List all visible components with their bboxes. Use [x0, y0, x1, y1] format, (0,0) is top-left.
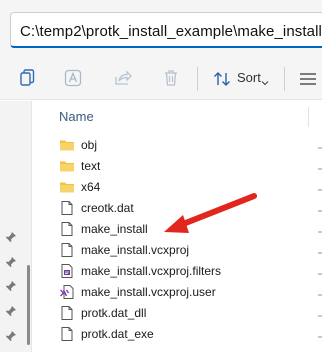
sort-label: Sort — [237, 70, 261, 85]
item-label: obj — [81, 138, 98, 152]
file-icon — [59, 221, 75, 237]
column-edge-mark — [318, 273, 322, 275]
item-label: text — [81, 159, 101, 173]
nav-scrollbar[interactable] — [27, 265, 30, 345]
list-item[interactable]: make_install.vcxproj — [33, 240, 322, 260]
address-bar[interactable]: C:\temp2\protk_install_example\make_inst… — [10, 12, 322, 48]
navigation-pane — [0, 101, 32, 352]
list-item[interactable]: text — [33, 156, 322, 176]
red-arrow-annotation — [164, 193, 257, 233]
file-icon — [59, 200, 75, 216]
item-label: protk.dat_exe — [81, 327, 154, 341]
address-bar-region: C:\temp2\protk_install_example\make_inst… — [0, 0, 322, 58]
share-icon[interactable] — [113, 68, 133, 88]
rename-icon[interactable] — [63, 68, 83, 88]
column-edge-mark — [318, 252, 322, 254]
column-edge-mark — [318, 231, 322, 233]
list-item[interactable]: protk.dat_exe — [33, 324, 322, 344]
column-edge-mark — [318, 147, 322, 149]
column-divider[interactable] — [308, 107, 309, 127]
item-label: make_install.vcxproj.user — [81, 285, 216, 299]
folder-icon — [59, 158, 75, 174]
sort-button[interactable]: Sort — [210, 66, 272, 92]
item-label: make_install.vcxproj.filters — [81, 264, 222, 278]
visual-studio-file-icon — [59, 284, 75, 300]
view-menu-icon[interactable] — [298, 69, 318, 89]
filters-file-icon — [59, 263, 75, 279]
list-item[interactable]: obj — [33, 135, 322, 155]
toolbar-separator — [197, 67, 198, 91]
pin-icon[interactable] — [5, 329, 17, 341]
item-label: x64 — [81, 180, 101, 194]
pin-icon[interactable] — [5, 230, 17, 242]
folder-icon — [59, 179, 75, 195]
address-path-text: C:\temp2\protk_install_example\make_inst… — [20, 23, 322, 40]
column-edge-mark — [318, 168, 322, 170]
sort-arrows-icon — [212, 69, 232, 89]
column-header-name[interactable]: Name — [59, 109, 94, 124]
address-path[interactable]: C:\temp2\protk_install_example\make_inst… — [20, 22, 322, 40]
list-item[interactable]: make_install.vcxproj.user — [33, 282, 322, 302]
toolbar-separator — [284, 67, 285, 91]
item-label: make_install — [81, 222, 148, 236]
item-label: make_install.vcxproj — [81, 243, 190, 257]
file-icon — [59, 242, 75, 258]
column-edge-mark — [318, 336, 322, 338]
folder-icon — [59, 137, 75, 153]
list-item[interactable]: protk.dat_dll — [33, 303, 322, 323]
item-label: protk.dat_dll — [81, 306, 147, 320]
list-item[interactable]: make_install.vcxproj.filters — [33, 261, 322, 281]
pin-icon[interactable] — [5, 304, 17, 316]
pin-icon[interactable] — [5, 279, 17, 291]
copy-icon[interactable] — [17, 68, 37, 88]
command-bar: Sort — [0, 58, 322, 100]
column-edge-mark — [318, 294, 322, 296]
column-edge-mark — [318, 315, 322, 317]
file-icon — [59, 305, 75, 321]
file-icon — [59, 326, 75, 342]
column-edge-mark — [318, 210, 322, 212]
delete-icon[interactable] — [161, 68, 181, 88]
column-edge-mark — [318, 189, 322, 191]
item-label: creotk.dat — [81, 201, 134, 215]
pin-icon[interactable] — [5, 255, 17, 267]
chevron-down-icon — [261, 74, 269, 86]
